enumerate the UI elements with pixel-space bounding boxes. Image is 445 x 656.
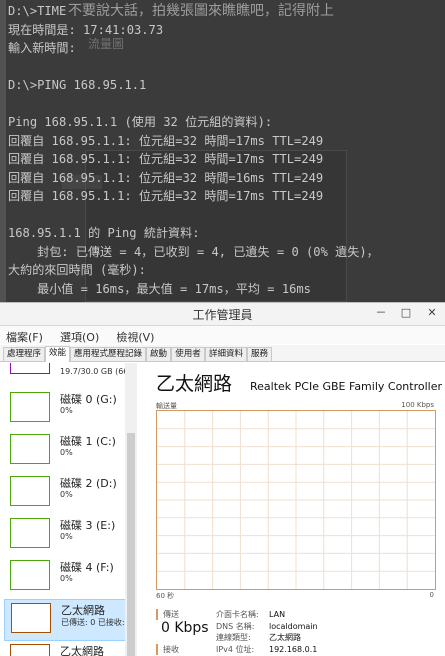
disk-thumbnail (10, 560, 50, 590)
maximize-button[interactable]: □ (398, 305, 414, 321)
info-label-conn: 連線類型: (216, 633, 251, 642)
title-bar[interactable]: 工作管理員 － □ ✕ (0, 303, 445, 326)
sidebar-item-disk-4[interactable]: 磁碟 4 (F:) 0% (4, 557, 126, 597)
menu-bar: 檔案(F) 選項(O) 檢視(V) (0, 326, 445, 344)
sidebar-scroll-thumb[interactable] (127, 433, 135, 656)
sidebar-item-value: 已傳送: 0 已接收: (61, 618, 125, 627)
info-values: LAN localdomain 乙太網路 192.168.0.1 (269, 609, 318, 655)
info-value-adapter: LAN (269, 610, 286, 619)
throughput-graph (156, 410, 436, 590)
sidebar-item-disk-1[interactable]: 磁碟 1 (C:) 0% (4, 431, 126, 471)
sidebar-item-disk-0[interactable]: 磁碟 0 (G:) 0% (4, 389, 126, 429)
console-line: 輸入新時間: (8, 41, 76, 55)
ethernet-thumbnail (11, 603, 51, 633)
sidebar-item-value: 0% (60, 574, 73, 583)
info-value-ipv4: 192.168.0.1 (269, 644, 318, 654)
disk-thumbnail (10, 518, 50, 548)
tab-services[interactable]: 服務 (247, 347, 272, 361)
minimize-button[interactable]: － (373, 305, 389, 321)
console-line: 回覆自 168.95.1.1: 位元組=32 時間=16ms TTL=249 (8, 170, 324, 185)
console-line: D:\>PING 168.95.1.1 (8, 78, 147, 92)
sidebar-item-value: 0% (60, 448, 73, 457)
ethernet-thumbnail (10, 644, 50, 656)
sidebar-item-ethernet[interactable]: 乙太網路 已傳送: 0 已接收: (4, 599, 128, 641)
console-window[interactable]: 不要說大話，拍幾張圖來瞧瞧吧，記得附上 流量圖 D:\>TIME 現在時間是: 1… (0, 0, 445, 302)
sidebar-scrollbar[interactable] (125, 363, 137, 656)
sidebar-item-label: 乙太網路 (61, 604, 105, 617)
info-value-conn: 乙太網路 (269, 633, 301, 642)
throughput-grid (157, 411, 435, 589)
sidebar-item-value: 0% (60, 490, 73, 499)
tab-processes[interactable]: 處理程序 (3, 347, 45, 361)
sidebar-item-label: 乙太網路 (60, 645, 104, 656)
tab-details[interactable]: 詳細資料 (205, 347, 247, 361)
info-labels: 介面卡名稱: DNS 名稱: 連線類型: IPv4 位址: (216, 609, 259, 655)
task-manager-window: 工作管理員 － □ ✕ 檔案(F) 選項(O) 檢視(V) 處理程序 效能 應用… (0, 302, 445, 656)
console-line: D:\>TIME (8, 4, 67, 18)
tab-performance[interactable]: 效能 (45, 346, 70, 362)
sidebar-item-label: 磁碟 1 (C:) (60, 435, 116, 448)
sidebar-item-label: 磁碟 0 (G:) (60, 393, 117, 406)
console-line: 168.95.1.1 的 Ping 統計資料: (8, 226, 200, 240)
sidebar-item-value: 0% (60, 532, 73, 541)
console-line: 封包: 已傳送 = 4，已收到 = 4, 已遺失 = 0 (0% 遺失)， (8, 244, 379, 259)
disk-thumbnail (10, 392, 50, 422)
sidebar-item-value: 19.7/30.0 GB (66 (60, 367, 129, 376)
tab-app-history[interactable]: 應用程式歷程記錄 (70, 347, 146, 361)
close-button[interactable]: ✕ (424, 305, 440, 321)
adapter-name: Realtek PCIe GBE Family Controller (250, 380, 443, 393)
graph-axis-max: 100 Kbps (401, 401, 434, 409)
disk-thumbnail (10, 434, 50, 464)
graph-axis-zero: 0 (429, 591, 434, 599)
sidebar-item-disk-2[interactable]: 磁碟 2 (D:) 0% (4, 473, 126, 513)
tab-startup[interactable]: 啟動 (146, 347, 171, 361)
performance-sidebar: 19.7/30.0 GB (66 磁碟 0 (G:) 0% 磁碟 1 (C:) … (0, 363, 137, 656)
info-label-dns: DNS 名稱: (216, 621, 255, 631)
console-line: 現在時間是: 17:41:03.73 (8, 22, 164, 37)
tab-users[interactable]: 使用者 (171, 347, 205, 361)
sidebar-item-label: 磁碟 2 (D:) (60, 477, 117, 490)
memory-thumbnail (10, 363, 50, 374)
detail-title: 乙太網路 (156, 373, 233, 395)
console-line: 大約的來回時間 (毫秒): (8, 263, 146, 277)
console-line: 回覆自 168.95.1.1: 位元組=32 時間=17ms TTL=249 (8, 152, 324, 166)
console-line: 回覆自 168.95.1.1: 位元組=32 時間=17ms TTL=249 (8, 133, 324, 148)
tab-bar: 處理程序 效能 應用程式歷程記錄 啟動 使用者 詳細資料 服務 (0, 345, 445, 362)
sidebar-item-memory[interactable]: 19.7/30.0 GB (66 (4, 363, 129, 381)
sidebar-item-label: 磁碟 4 (F:) (60, 561, 114, 574)
sidebar-item-disk-3[interactable]: 磁碟 3 (E:) 0% (4, 515, 126, 555)
ethernet-detail-panel: 乙太網路 Realtek PCIe GBE Family Controller … (140, 363, 445, 656)
info-label-ipv4: IPv4 位址: (216, 644, 255, 654)
sidebar-item-ethernet-2[interactable]: 乙太網路 (4, 641, 126, 656)
console-output: D:\>TIME 現在時間是: 17:41:03.73 輸入新時間: D:\>PING… (8, 2, 445, 298)
console-line: 回覆自 168.95.1.1: 位元組=32 時間=17ms TTL=249 (8, 189, 324, 203)
sidebar-item-label: 磁碟 3 (E:) (60, 519, 116, 532)
console-line: 最小值 = 16ms，最大值 = 17ms，平均 = 16ms (8, 281, 311, 296)
sidebar-item-value: 0% (60, 406, 73, 415)
console-line: Ping 168.95.1.1 (使用 32 位元組的資料): (8, 115, 273, 129)
info-value-dns: localdomain (269, 621, 318, 631)
graph-axis-time: 60 秒 (156, 592, 175, 600)
console-edge (0, 0, 6, 302)
info-label-adapter: 介面卡名稱: (216, 610, 259, 619)
disk-thumbnail (10, 476, 50, 506)
